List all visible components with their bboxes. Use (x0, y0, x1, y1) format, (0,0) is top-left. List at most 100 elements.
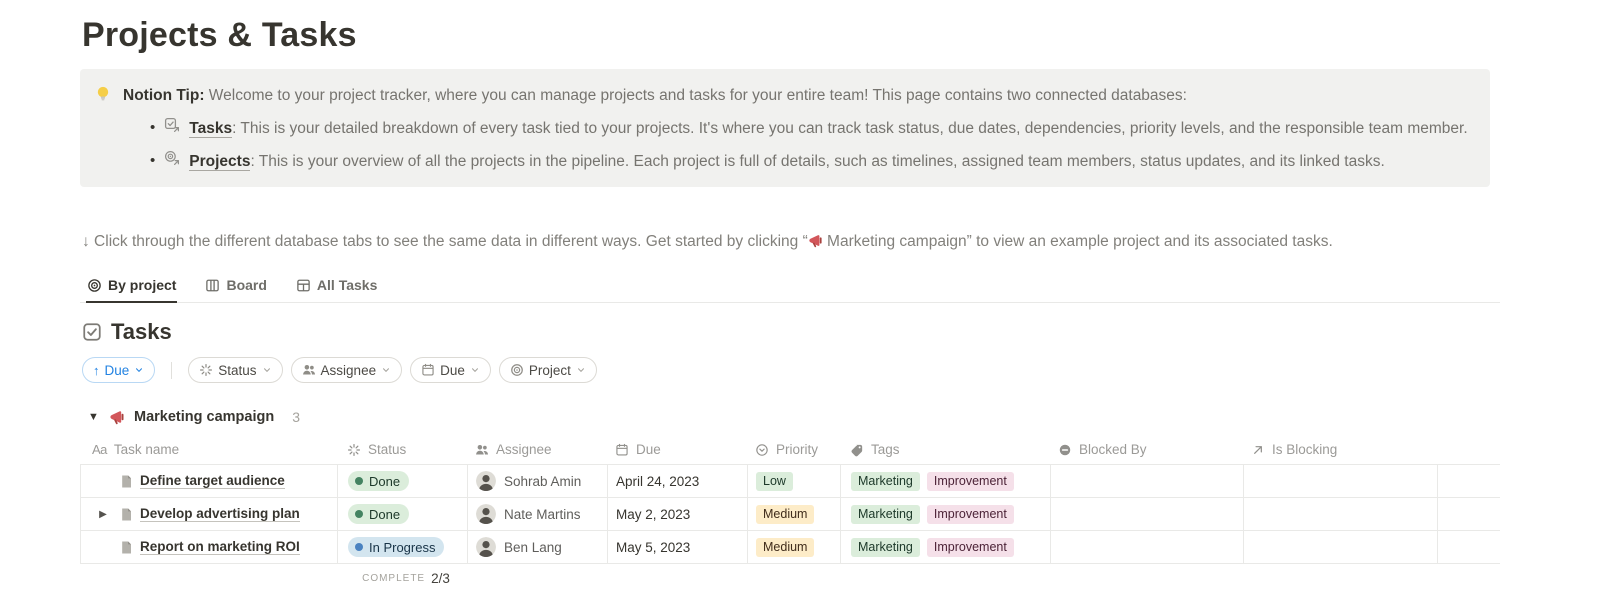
status-cell[interactable]: In Progress (338, 531, 468, 563)
extra-cell[interactable] (1438, 465, 1501, 497)
priority-tag: Medium (756, 538, 814, 557)
tags-cell[interactable]: Marketing Improvement (841, 531, 1051, 563)
chevron-down-icon (134, 365, 144, 375)
column-label: Status (368, 442, 406, 457)
status-label: In Progress (369, 540, 435, 555)
bullet-marker: • (150, 150, 155, 173)
chevron-down-icon (381, 365, 391, 375)
tag: Marketing (851, 538, 920, 557)
sort-due-button[interactable]: ↑ Due (82, 357, 155, 383)
due-cell[interactable]: May 2, 2023 (608, 498, 748, 530)
column-task-name[interactable]: Aa Task name (80, 435, 337, 464)
calendar-icon (615, 443, 629, 457)
row-expand-toggle-icon[interactable]: ▶ (93, 509, 113, 520)
group-count: 3 (292, 409, 300, 425)
status-spinner-icon (347, 443, 361, 457)
task-name-link[interactable]: Define target audience (140, 473, 285, 489)
table-row[interactable]: Report on marketing ROI In Progress Ben … (80, 531, 1500, 564)
bullet-projects-body: : This is your overview of all the proje… (250, 153, 1384, 170)
group-name[interactable]: Marketing campaign (134, 409, 274, 425)
tags-cell[interactable]: Marketing Improvement (841, 498, 1051, 530)
due-date: April 24, 2023 (616, 474, 699, 489)
tag: Improvement (927, 472, 1014, 491)
column-priority[interactable]: Priority (747, 435, 840, 464)
complete-calculation[interactable]: COMPLETE 2/3 (337, 564, 467, 592)
table-row[interactable]: ▶ Develop advertising plan Done Nate Mar… (80, 498, 1500, 531)
blocked-by-cell[interactable] (1051, 498, 1244, 530)
megaphone-icon (109, 409, 125, 425)
extra-cell[interactable] (1438, 531, 1501, 563)
complete-label: COMPLETE (362, 573, 425, 584)
page-icon (119, 507, 134, 522)
collapse-toggle-icon[interactable]: ▼ (88, 411, 100, 423)
priority-cell[interactable]: Medium (748, 531, 841, 563)
status-cell[interactable]: Done (338, 498, 468, 530)
filter-label: Project (529, 363, 571, 378)
chevron-down-icon (576, 365, 586, 375)
status-badge: Done (348, 504, 409, 524)
tab-label: All Tasks (317, 277, 377, 293)
tasks-database-icon (164, 117, 180, 133)
filter-label: Due (440, 363, 465, 378)
tag: Marketing (851, 472, 920, 491)
assignee-cell[interactable]: Sohrab Amin (468, 465, 608, 497)
filter-status-button[interactable]: Status (188, 357, 282, 383)
status-cell[interactable]: Done (338, 465, 468, 497)
instruction-before: ↓ Click through the different database t… (82, 233, 808, 250)
column-label: Is Blocking (1272, 442, 1337, 457)
tasks-page-link[interactable]: Tasks (189, 120, 232, 138)
blocked-by-cell[interactable] (1051, 465, 1244, 497)
priority-cell[interactable]: Low (748, 465, 841, 497)
column-tags[interactable]: Tags (840, 435, 1050, 464)
filter-label: Status (218, 363, 256, 378)
tasks-table: Aa Task name Status Assignee Due Priorit… (80, 435, 1500, 592)
column-status[interactable]: Status (337, 435, 467, 464)
tab-board[interactable]: Board (204, 271, 267, 302)
status-dot-icon (355, 543, 363, 551)
group-header-marketing-campaign: ▼ Marketing campaign 3 (88, 409, 1500, 425)
column-label: Priority (776, 442, 818, 457)
bullet-marker: • (150, 117, 155, 140)
tag: Improvement (927, 505, 1014, 524)
column-label: Tags (871, 442, 900, 457)
priority-icon (755, 443, 769, 457)
column-is-blocking[interactable]: Is Blocking (1243, 435, 1437, 464)
task-name-link[interactable]: Develop advertising plan (140, 506, 300, 522)
priority-tag: Low (756, 472, 793, 491)
filter-due-button[interactable]: Due (410, 357, 491, 383)
due-cell[interactable]: April 24, 2023 (608, 465, 748, 497)
projects-page-link[interactable]: Projects (189, 153, 250, 171)
task-name-cell[interactable]: Define target audience (81, 465, 338, 497)
due-date: May 5, 2023 (616, 540, 690, 555)
tag: Marketing (851, 505, 920, 524)
database-title: Tasks (111, 319, 172, 345)
column-blocked-by[interactable]: Blocked By (1050, 435, 1243, 464)
column-add[interactable] (1437, 435, 1500, 464)
callout-body: Notion Tip: Welcome to your project trac… (123, 84, 1468, 174)
task-name-cell[interactable]: Report on marketing ROI (81, 531, 338, 563)
tab-all-tasks[interactable]: All Tasks (295, 271, 378, 302)
is-blocking-cell[interactable] (1244, 465, 1438, 497)
is-blocking-cell[interactable] (1244, 531, 1438, 563)
extra-cell[interactable] (1438, 498, 1501, 530)
is-blocking-cell[interactable] (1244, 498, 1438, 530)
tab-by-project[interactable]: By project (86, 271, 177, 302)
view-tab-bar: By project Board All Tasks (80, 271, 1500, 303)
blocked-by-cell[interactable] (1051, 531, 1244, 563)
column-due[interactable]: Due (607, 435, 747, 464)
task-name-cell[interactable]: ▶ Develop advertising plan (81, 498, 338, 530)
tags-cell[interactable]: Marketing Improvement (841, 465, 1051, 497)
filter-project-button[interactable]: Project (499, 357, 597, 383)
due-cell[interactable]: May 5, 2023 (608, 531, 748, 563)
table-row[interactable]: Define target audience Done Sohrab Amin … (80, 465, 1500, 498)
blocked-icon (1058, 443, 1072, 457)
assignee-cell[interactable]: Nate Martins (468, 498, 608, 530)
priority-cell[interactable]: Medium (748, 498, 841, 530)
task-name-link[interactable]: Report on marketing ROI (140, 539, 300, 555)
assignee-cell[interactable]: Ben Lang (468, 531, 608, 563)
column-assignee[interactable]: Assignee (467, 435, 607, 464)
filter-assignee-button[interactable]: Assignee (291, 357, 403, 383)
calendar-icon (421, 363, 435, 377)
text-type-icon: Aa (92, 442, 107, 457)
lightbulb-icon (94, 85, 112, 174)
